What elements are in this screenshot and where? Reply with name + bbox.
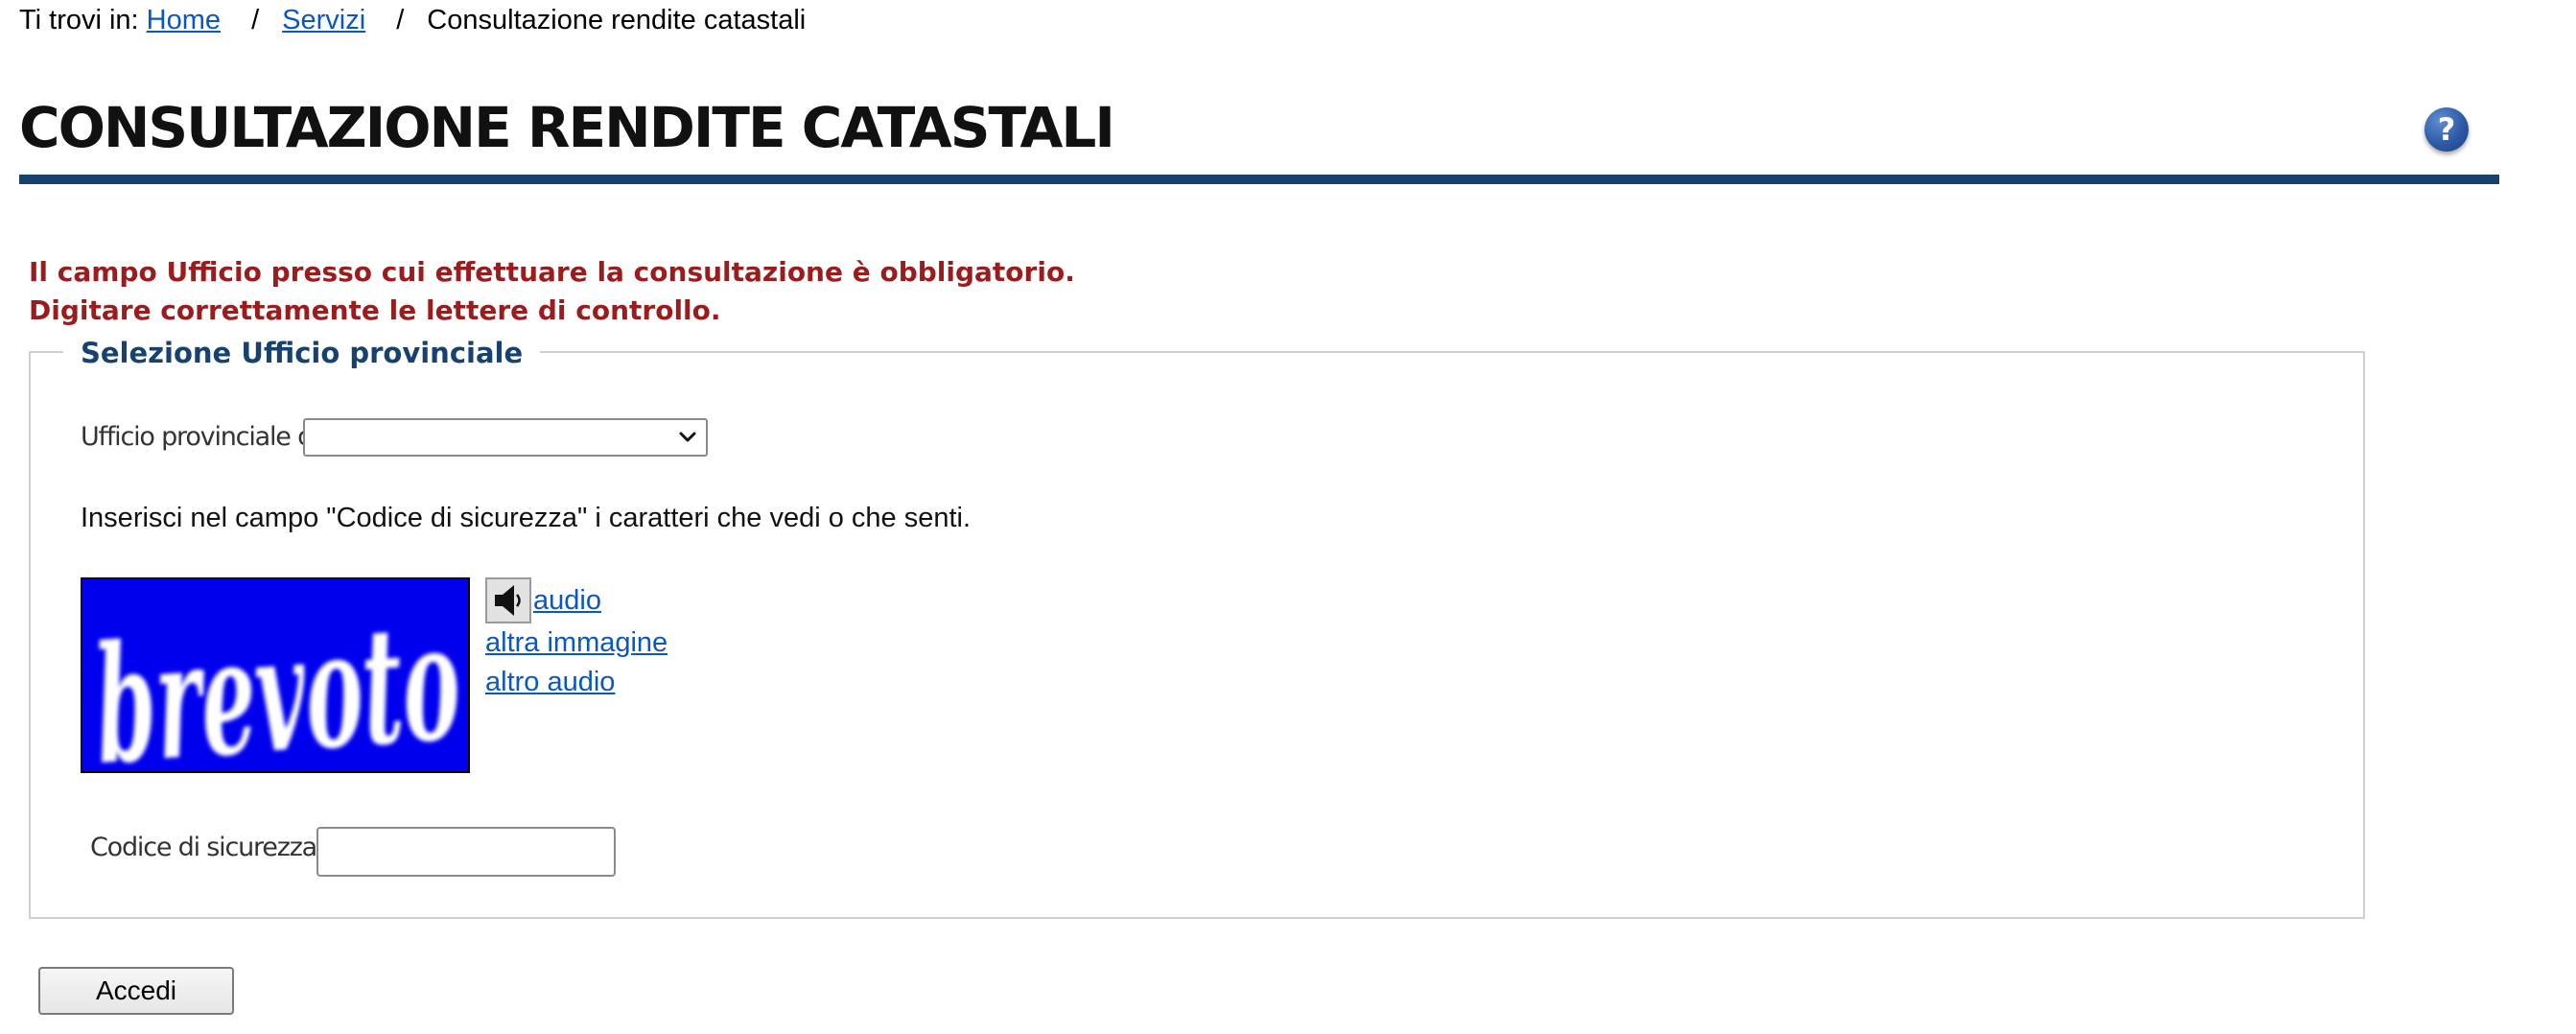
captcha-graphic: brevoto bbox=[82, 579, 468, 771]
breadcrumb-separator: / bbox=[396, 5, 405, 35]
audio-link[interactable]: audio bbox=[533, 581, 601, 621]
captcha-instructions: Inserisci nel campo "Codice di sicurezza… bbox=[81, 503, 972, 533]
error-ufficio-required: Il campo Ufficio presso cui effettuare l… bbox=[29, 256, 1075, 288]
codice-sicurezza-input[interactable] bbox=[316, 827, 616, 877]
ufficio-label: Ufficio provinciale di: bbox=[81, 422, 327, 452]
ufficio-select[interactable] bbox=[303, 418, 708, 457]
captcha-audio-links: audio altra immagine altro audio bbox=[485, 577, 667, 702]
page: Ti trovi in: Home / Servizi / Consultazion… bbox=[0, 0, 2576, 1034]
altra-immagine-link[interactable]: altra immagine bbox=[485, 623, 667, 663]
question-mark-icon[interactable]: ? bbox=[2424, 107, 2469, 152]
fieldset-legend: Selezione Ufficio provinciale bbox=[63, 334, 541, 372]
accedi-button[interactable]: Accedi bbox=[38, 967, 234, 1015]
altro-audio-link[interactable]: altro audio bbox=[485, 663, 615, 702]
codice-sicurezza-label: Codice di sicurezza: bbox=[90, 833, 325, 862]
speaker-icon[interactable] bbox=[485, 577, 531, 623]
chevron-down-icon bbox=[679, 432, 696, 442]
title-divider bbox=[19, 175, 2499, 184]
captcha-image: brevoto bbox=[81, 577, 470, 773]
breadcrumb-separator: / bbox=[251, 5, 260, 35]
page-title: CONSULTAZIONE RENDITE CATASTALI bbox=[19, 95, 1115, 160]
breadcrumb-link-servizi[interactable]: Servizi bbox=[282, 5, 365, 35]
captcha-text: brevoto bbox=[89, 586, 466, 771]
breadcrumb-current: Consultazione rendite catastali bbox=[427, 5, 807, 35]
breadcrumb-link-home[interactable]: Home bbox=[147, 5, 221, 35]
breadcrumb-prefix: Ti trovi in: bbox=[19, 5, 139, 35]
ufficio-selection-fieldset: Selezione Ufficio provinciale Ufficio pr… bbox=[29, 334, 2365, 919]
breadcrumb: Ti trovi in: Home / Servizi / Consultazion… bbox=[19, 2, 806, 38]
error-captcha-invalid: Digitare correttamente le lettere di con… bbox=[29, 294, 721, 326]
error-messages: Il campo Ufficio presso cui effettuare l… bbox=[29, 253, 1075, 330]
